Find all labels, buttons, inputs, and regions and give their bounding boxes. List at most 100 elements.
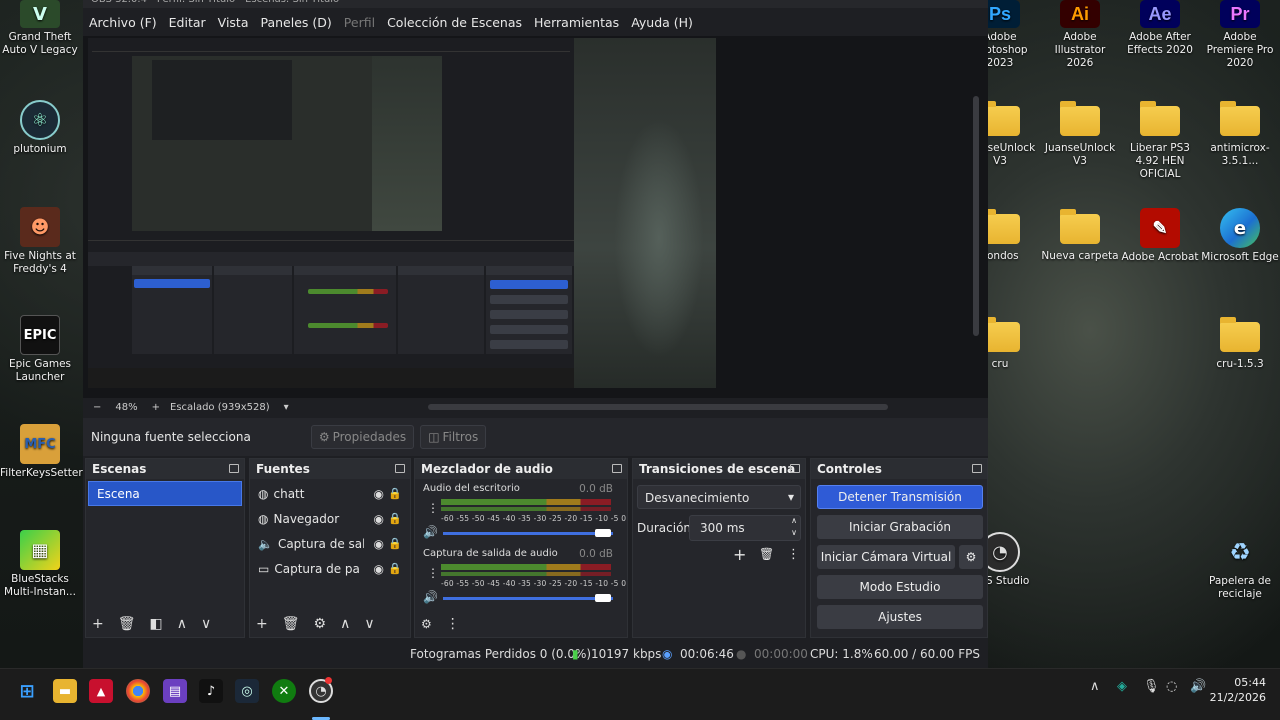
- volume-slider[interactable]: [443, 532, 613, 535]
- kebab-menu-icon[interactable]: ⋮: [427, 501, 439, 515]
- speaker-icon[interactable]: 🔊: [423, 525, 438, 539]
- windows-start-icon[interactable]: ⊞: [15, 679, 39, 703]
- lock-icon[interactable]: 🔒: [388, 512, 402, 525]
- wifi-icon[interactable]: ◌: [1166, 679, 1177, 694]
- desktop-icon-edge[interactable]: e Microsoft Edge: [1200, 208, 1280, 264]
- transition-select[interactable]: Desvanecimiento ▾: [637, 485, 801, 509]
- arrow-down-icon[interactable]: ∨: [201, 616, 211, 632]
- chevron-up-icon[interactable]: ∧: [1090, 679, 1100, 694]
- eye-icon[interactable]: ◉: [374, 562, 384, 576]
- desktop-icon-fnaf[interactable]: ☻ Five Nights at Freddy's 4: [0, 207, 80, 276]
- studio-mode-button[interactable]: Modo Estudio: [817, 575, 983, 599]
- menu-herramientas[interactable]: Herramientas: [534, 15, 619, 30]
- vertical-scrollbar[interactable]: [973, 96, 979, 336]
- undock-icon[interactable]: [790, 464, 800, 473]
- audio-mixer-dock: Mezclador de audio Audio del escritorio …: [414, 458, 628, 638]
- clock[interactable]: 05:44 21/2/2026: [1210, 675, 1266, 705]
- source-item[interactable]: ▭ Captura de pantalla ◉ 🔒: [250, 556, 410, 581]
- spin-down-icon[interactable]: ∨: [791, 528, 797, 537]
- desktop-icon-after-effects[interactable]: Ae Adobe After Effects 2020: [1120, 0, 1200, 57]
- trash-icon[interactable]: 🗑: [118, 616, 136, 632]
- eye-icon[interactable]: ◉: [374, 487, 384, 501]
- menu-paneles[interactable]: Paneles (D): [261, 15, 332, 30]
- duration-input[interactable]: 300 ms ∧ ∨: [689, 515, 801, 541]
- filters-button[interactable]: ◫ Filtros: [420, 425, 487, 449]
- zoom-out-button[interactable]: −: [93, 402, 101, 413]
- properties-button[interactable]: ⚙ Propiedades: [310, 425, 415, 449]
- start-recording-button[interactable]: Iniciar Grabación: [817, 515, 983, 539]
- desktop-icon-recycle-bin[interactable]: ♻ Papelera de reciclaje: [1200, 532, 1280, 601]
- lock-icon[interactable]: 🔒: [388, 562, 402, 575]
- eye-icon[interactable]: ◉: [374, 512, 384, 526]
- filter-icon[interactable]: ◧: [150, 616, 163, 632]
- trash-icon[interactable]: 🗑: [282, 616, 300, 632]
- file-explorer-icon[interactable]: ▬: [53, 679, 77, 703]
- add-icon[interactable]: +: [733, 545, 746, 564]
- menu-coleccion-escenas[interactable]: Colección de Escenas: [387, 15, 522, 30]
- settings-button[interactable]: Ajustes: [817, 605, 983, 629]
- volume-slider[interactable]: [443, 597, 613, 600]
- scene-item[interactable]: Escena: [88, 481, 242, 506]
- menu-editar[interactable]: Editar: [169, 15, 206, 30]
- add-icon[interactable]: +: [256, 616, 268, 632]
- volume-slider-handle[interactable]: [595, 594, 611, 602]
- lock-icon[interactable]: 🔒: [388, 537, 402, 550]
- volume-slider-handle[interactable]: [595, 529, 611, 537]
- desktop-icon-label: plutonium: [13, 143, 67, 155]
- virtual-camera-settings-button[interactable]: ⚙: [959, 545, 983, 569]
- chevron-down-icon[interactable]: ▾: [284, 402, 289, 413]
- speaker-icon[interactable]: 🔊: [423, 590, 438, 604]
- menu-vista[interactable]: Vista: [218, 15, 249, 30]
- desktop-icon-folder[interactable]: Nueva carpeta: [1040, 208, 1120, 263]
- desktop-icon-folder[interactable]: Liberar PS3 4.92 HEN OFICIAL: [1120, 100, 1200, 181]
- source-item[interactable]: ◍ Navegador ◉ 🔒: [250, 506, 410, 531]
- trash-icon[interactable]: 🗑: [759, 547, 774, 561]
- desktop-icon-epic[interactable]: EPIC Epic Games Launcher: [0, 315, 80, 384]
- undock-icon[interactable]: [229, 464, 239, 473]
- source-item[interactable]: 🔈 Captura de salida de audio ◉ 🔒: [250, 531, 410, 556]
- steam-icon[interactable]: ◎: [235, 679, 259, 703]
- desktop-icon-folder[interactable]: cru-1.5.3: [1200, 316, 1280, 371]
- zoom-in-button[interactable]: +: [152, 402, 160, 413]
- undock-icon[interactable]: [612, 464, 622, 473]
- amd-icon[interactable]: ▲: [89, 679, 113, 703]
- spin-up-icon[interactable]: ∧: [791, 516, 797, 525]
- desktop-icon-premiere[interactable]: Pr Adobe Premiere Pro 2020: [1200, 0, 1280, 70]
- kebab-menu-icon[interactable]: ⋮: [787, 547, 800, 562]
- menu-perfil[interactable]: Perfil: [344, 15, 375, 30]
- kebab-menu-icon[interactable]: ⋮: [427, 566, 439, 580]
- desktop-icon-folder[interactable]: antimicrox-3.5.1...: [1200, 100, 1280, 168]
- horizontal-scrollbar[interactable]: [428, 404, 888, 410]
- stop-streaming-button[interactable]: Detener Transmisión: [817, 485, 983, 509]
- xbox-icon[interactable]: ✕: [272, 679, 296, 703]
- add-icon[interactable]: +: [92, 616, 104, 632]
- chrome-icon[interactable]: [126, 679, 150, 703]
- volume-icon[interactable]: 🔊: [1190, 679, 1206, 694]
- menu-archivo[interactable]: Archivo (F): [89, 15, 157, 30]
- eye-icon[interactable]: ◉: [374, 537, 384, 551]
- desktop-icon-bluestacks[interactable]: ▦ BlueStacks Multi-Instan...: [0, 530, 80, 599]
- desktop-icon-gta[interactable]: V Grand Theft Auto V Legacy: [0, 0, 80, 57]
- preview-canvas[interactable]: [83, 36, 988, 398]
- advanced-audio-icon[interactable]: ⚙: [421, 617, 432, 631]
- desktop-icon-plutonium[interactable]: ⚛ plutonium: [0, 100, 80, 156]
- undock-icon[interactable]: [972, 464, 982, 473]
- arrow-up-icon[interactable]: ∧: [177, 616, 187, 632]
- shield-icon[interactable]: ◈: [1117, 679, 1127, 694]
- menu-ayuda[interactable]: Ayuda (H): [631, 15, 693, 30]
- desktop-icon-filterkeys[interactable]: MFC FilterKeysSetter: [0, 424, 83, 480]
- desktop-icon-illustrator[interactable]: Ai Adobe Illustrator 2026: [1040, 0, 1120, 70]
- kebab-menu-icon[interactable]: ⋮: [446, 616, 460, 632]
- tiktok-icon[interactable]: ♪: [199, 679, 223, 703]
- desktop-icon-acrobat[interactable]: ✎ Adobe Acrobat: [1120, 208, 1200, 264]
- desktop-icon-folder[interactable]: JuanseUnlock V3: [1040, 100, 1120, 168]
- undock-icon[interactable]: [395, 464, 405, 473]
- microphone-icon[interactable]: 🎙: [1143, 679, 1160, 694]
- arrow-up-icon[interactable]: ∧: [340, 616, 350, 632]
- arrow-down-icon[interactable]: ∨: [364, 616, 374, 632]
- start-virtual-camera-button[interactable]: Iniciar Cámara Virtual: [817, 545, 955, 569]
- gear-icon[interactable]: ⚙: [314, 616, 327, 632]
- clapper-icon[interactable]: ▤: [163, 679, 187, 703]
- lock-icon[interactable]: 🔒: [388, 487, 402, 500]
- source-item[interactable]: ◍ chatt ◉ 🔒: [250, 481, 410, 506]
